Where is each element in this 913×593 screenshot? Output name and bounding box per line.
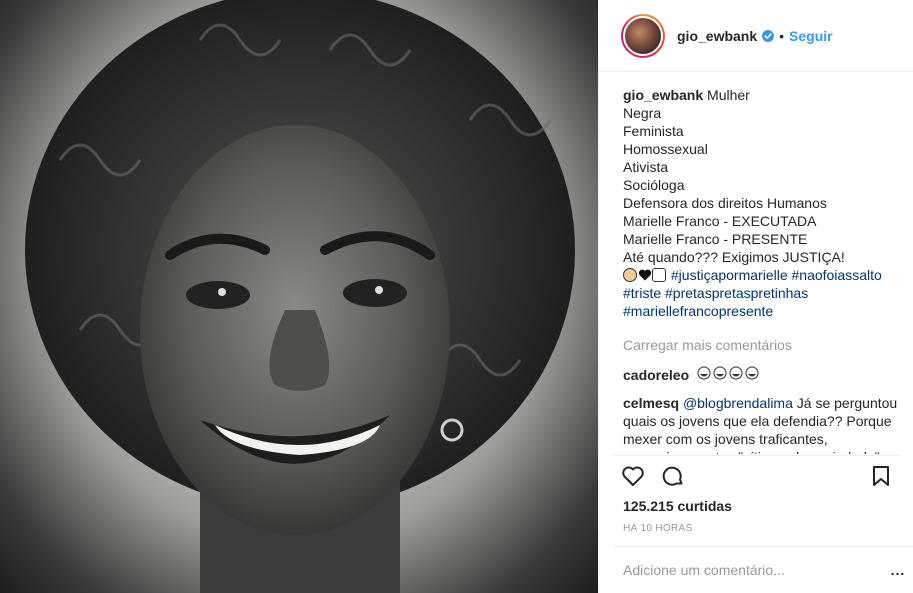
comment-username[interactable]: celmesq — [623, 395, 679, 411]
caption: gio_ewbank Mulher Negra Feminista Homoss… — [623, 86, 899, 320]
comment-item: celmesq @blogbrendalima Já se perguntou … — [623, 394, 899, 454]
caption-line: Marielle Franco - EXECUTADA — [623, 213, 817, 229]
caption-hashtag-line: #triste #pretaspretaspretinhas — [623, 284, 899, 302]
comment-mention-link[interactable]: @blogbrendalima — [683, 395, 793, 411]
post-timestamp[interactable]: HÁ 10 HORAS — [623, 523, 692, 534]
comment-bubble-icon — [662, 466, 683, 486]
hashtag-link[interactable]: #triste — [623, 285, 661, 301]
avatar-story-ring[interactable] — [621, 13, 665, 58]
caption-username[interactable]: gio_ewbank — [623, 87, 703, 103]
hashtag-link[interactable]: #mariellefrancopresente — [623, 303, 773, 319]
comment-input[interactable] — [623, 562, 883, 578]
save-button[interactable] — [861, 456, 901, 496]
hashtag-link[interactable]: #justiçapormarielle — [671, 267, 788, 283]
caption-line: Defensora dos direitos Humanos — [623, 195, 827, 211]
post-details-panel: gio_ewbank • Seguir gio_ewbank Mulher Ne… — [598, 0, 913, 593]
comment-button[interactable] — [653, 456, 693, 496]
caption-line: Socióloga — [623, 177, 685, 193]
portrait-illustration — [25, 0, 575, 593]
separator-dot: • — [779, 27, 785, 44]
heart-icon — [622, 466, 644, 486]
post-header: gio_ewbank • Seguir — [599, 0, 913, 72]
hashtag-link[interactable]: #pretaspretaspretinhas — [665, 285, 808, 301]
woman-emoji-icon — [623, 268, 637, 282]
header-username[interactable]: gio_ewbank — [677, 28, 757, 44]
caption-line: Marielle Franco - PRESENTE — [623, 231, 808, 247]
caption-line: Homossexual — [623, 141, 708, 157]
caption-line: Até quando??? Exigimos JUSTIÇA! — [623, 249, 845, 265]
load-more-comments-button[interactable]: Carregar mais comentários — [623, 336, 899, 354]
like-button[interactable] — [613, 456, 653, 496]
caption-line: Negra — [623, 105, 662, 121]
black-heart-icon — [638, 268, 652, 282]
caption-line: Feminista — [623, 123, 684, 139]
more-options-button[interactable]: ... — [883, 562, 913, 578]
caption-hashtag-line: #justiçapormarielle #naofoiassalto — [623, 266, 899, 284]
likes-count[interactable]: 125.215 curtidas — [623, 498, 732, 514]
avatar[interactable] — [623, 15, 663, 56]
comment-username[interactable]: cadoreleo — [623, 367, 689, 383]
hashtag-link[interactable]: #naofoiassalto — [792, 267, 882, 283]
caption-line: Ativista — [623, 159, 669, 175]
caption-line: Mulher — [707, 87, 750, 103]
post-photo[interactable] — [0, 0, 598, 593]
caption-hashtag-line: #mariellefrancopresente — [623, 302, 899, 320]
post-actions-bar — [613, 455, 901, 495]
bookmark-icon — [873, 465, 889, 486]
comment-item: cadoreleo — [623, 366, 899, 384]
raised-hand-emoji-icon — [652, 268, 666, 282]
comments-section: gio_ewbank Mulher Negra Feminista Homoss… — [623, 86, 899, 454]
laughing-emoji-icon — [697, 366, 761, 384]
follow-button[interactable]: Seguir — [789, 28, 833, 44]
verified-badge-icon — [762, 29, 775, 42]
add-comment-bar: ... — [613, 546, 913, 593]
